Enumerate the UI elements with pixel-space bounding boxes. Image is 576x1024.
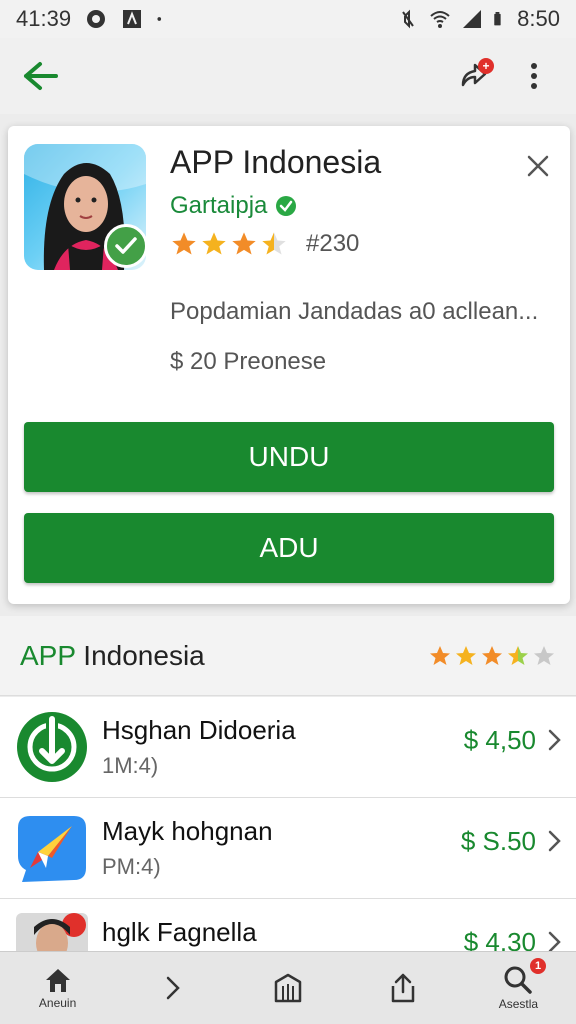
dot-icon [157,17,162,21]
app-description: Popdamian Jandadas a0 acllean... [170,298,539,325]
list-item-subtitle: PM:4) [102,854,161,879]
signal-icon [463,10,482,28]
file-icon [123,10,142,28]
nav-label: Asestla [498,997,539,1011]
list-item-subtitle: 1M:4) [102,753,159,778]
half-star-icon [508,645,528,665]
more-vert-icon [531,63,537,89]
app-list: Hsghan Didoeria 1M:4) $ 4,50 Mayk hohgna… [0,697,576,951]
star-icon [482,645,502,665]
developer-name[interactable]: Gartaipja [170,192,267,220]
sync-icon [87,10,106,28]
battery-icon [494,12,501,26]
nav-search[interactable]: 1 Asestla [461,952,576,1024]
list-item-title: hglk Fagnella [102,917,257,947]
verified-badge-icon [104,224,148,268]
verified-check-icon [276,196,297,216]
chevron-right-icon [548,729,561,751]
half-star-icon [262,232,286,255]
app-bar: + [0,38,576,114]
developer-row: Gartaipja [170,192,297,220]
section-title-accent: APP [20,639,76,671]
list-item-title: Hsghan Didoeria [102,715,296,745]
notification-badge: 1 [530,958,547,974]
nav-home[interactable]: Aneuin [0,952,115,1024]
star-icon [430,645,450,665]
person-avatar [16,913,88,951]
share-button[interactable]: + [452,54,496,98]
back-button[interactable] [20,56,60,96]
search-icon [504,966,533,994]
nav-next[interactable] [115,952,230,1024]
close-button[interactable] [520,148,556,184]
chevron-right-icon [548,931,561,951]
list-item-price: $ 4.30 [463,927,536,951]
bottom-nav: Aneuin 1 Asestla [0,951,576,1024]
app-detail-card: APP Indonesia Gartaipja #230 Popdamian J… [8,126,570,604]
list-item[interactable]: hglk Fagnella $ 4.30 [0,899,576,951]
arrow-left-icon [24,62,58,90]
share-badge: + [478,58,494,74]
list-item[interactable]: Hsghan Didoeria 1M:4) $ 4,50 [0,697,576,798]
section-title-rest: Indonesia [75,639,205,671]
status-bar: 41:39 8:50 [0,0,576,38]
star-icon [202,232,226,255]
nav-library[interactable] [230,952,345,1024]
chevron-right-icon [548,830,561,852]
rank-label: #230 [306,230,360,257]
close-icon [527,155,549,177]
chevron-right-icon [166,976,180,1000]
section-rating-stars [428,644,556,668]
rating-row: #230 [170,230,359,258]
upload-icon [391,973,415,1003]
list-item[interactable]: Mayk hohgnan PM:4) $ S.50 [0,798,576,899]
adu-button[interactable]: ADU [24,513,554,583]
list-item-price: $ S.50 [460,826,536,856]
section-header: APP Indonesia [0,616,576,696]
app-title: APP Indonesia [170,144,382,180]
download-icon [17,712,87,782]
empty-star-icon [534,645,554,665]
list-item-title: Mayk hohgnan [102,816,273,846]
rating-stars [170,230,288,258]
section-title: APP Indonesia [20,640,205,672]
home-icon [45,969,70,992]
nav-label: Aneuin [38,996,77,1010]
status-time-left: 41:39 [16,6,72,31]
star-icon [456,645,476,665]
library-icon [274,973,302,1003]
nav-upload[interactable] [346,952,461,1024]
wifi-icon [430,11,450,28]
star-icon [172,232,196,255]
mute-icon [402,9,414,29]
undu-button[interactable]: UNDU [24,422,554,492]
compass-icon [18,816,86,882]
status-time-right: 8:50 [517,6,560,31]
price-label: $ 20 Preonese [170,348,327,375]
star-icon [232,232,256,255]
list-item-price: $ 4,50 [463,725,536,755]
more-options-button[interactable] [512,54,556,98]
